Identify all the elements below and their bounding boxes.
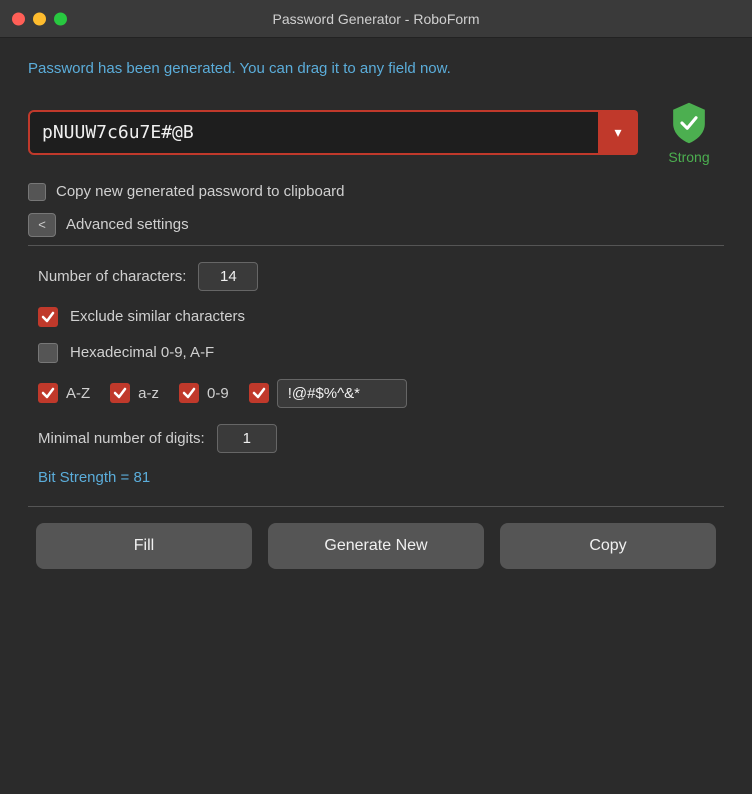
- min-digits-label: Minimal number of digits:: [38, 430, 205, 447]
- hexdecimal-row: Hexadecimal 0-9, A-F: [38, 343, 724, 363]
- minimize-button[interactable]: [33, 12, 46, 25]
- az-lower-checkbox[interactable]: [110, 383, 130, 403]
- clipboard-checkbox-label: Copy new generated password to clipboard: [56, 183, 345, 200]
- digits-label: 0-9: [207, 385, 229, 402]
- advanced-settings-label: Advanced settings: [66, 216, 189, 233]
- divider-bottom: [28, 506, 724, 507]
- maximize-button[interactable]: [54, 12, 67, 25]
- divider-top: [28, 245, 724, 246]
- az-lower-item: a-z: [110, 383, 159, 403]
- az-checkbox[interactable]: [38, 383, 58, 403]
- clipboard-checkbox[interactable]: [28, 183, 46, 201]
- info-text: Password has been generated. You can dra…: [28, 58, 724, 81]
- advanced-toggle-row: < Advanced settings: [28, 213, 724, 237]
- checkmark-icon: [252, 386, 266, 400]
- checkmark-icon: [182, 386, 196, 400]
- copy-button[interactable]: Copy: [500, 523, 716, 569]
- exclude-similar-label: Exclude similar characters: [70, 308, 245, 325]
- char-type-row: A-Z a-z 0-9: [38, 379, 724, 408]
- toggle-arrow-icon: <: [38, 217, 46, 232]
- strength-label: Strong: [668, 149, 709, 165]
- password-row: ▾ Strong: [28, 101, 724, 165]
- advanced-toggle-button[interactable]: <: [28, 213, 56, 237]
- fill-button[interactable]: Fill: [36, 523, 252, 569]
- main-content: Password has been generated. You can dra…: [0, 38, 752, 589]
- exclude-similar-checkbox[interactable]: [38, 307, 58, 327]
- special-checkbox[interactable]: [249, 383, 269, 403]
- min-digits-row: Minimal number of digits:: [38, 424, 724, 453]
- num-chars-input[interactable]: [198, 262, 258, 291]
- az-label: A-Z: [66, 385, 90, 402]
- close-button[interactable]: [12, 12, 25, 25]
- checkmark-icon: [113, 386, 127, 400]
- password-dropdown-button[interactable]: ▾: [598, 110, 638, 155]
- shield-icon: [667, 101, 711, 145]
- bit-strength: Bit Strength = 81: [38, 469, 724, 486]
- special-item: [249, 379, 407, 408]
- az-lower-label: a-z: [138, 385, 159, 402]
- digits-item: 0-9: [179, 383, 229, 403]
- strength-badge: Strong: [654, 101, 724, 165]
- az-item: A-Z: [38, 383, 90, 403]
- password-input[interactable]: [28, 110, 638, 155]
- num-chars-label: Number of characters:: [38, 268, 186, 285]
- clipboard-checkbox-row: Copy new generated password to clipboard: [28, 183, 724, 201]
- traffic-lights: [12, 12, 67, 25]
- button-row: Fill Generate New Copy: [28, 523, 724, 569]
- min-digits-input[interactable]: [217, 424, 277, 453]
- generate-new-button[interactable]: Generate New: [268, 523, 484, 569]
- num-chars-row: Number of characters:: [38, 262, 724, 291]
- checkmark-icon: [41, 386, 55, 400]
- checkmark-icon: [41, 310, 55, 324]
- hexdecimal-label: Hexadecimal 0-9, A-F: [70, 344, 214, 361]
- password-input-wrapper: ▾: [28, 110, 638, 155]
- hexdecimal-checkbox[interactable]: [38, 343, 58, 363]
- exclude-similar-row: Exclude similar characters: [38, 307, 724, 327]
- chevron-down-icon: ▾: [614, 124, 621, 141]
- title-bar: Password Generator - RoboForm: [0, 0, 752, 38]
- special-chars-input[interactable]: [277, 379, 407, 408]
- window-title: Password Generator - RoboForm: [273, 11, 480, 27]
- advanced-panel: Number of characters: Exclude similar ch…: [28, 262, 724, 486]
- digits-checkbox[interactable]: [179, 383, 199, 403]
